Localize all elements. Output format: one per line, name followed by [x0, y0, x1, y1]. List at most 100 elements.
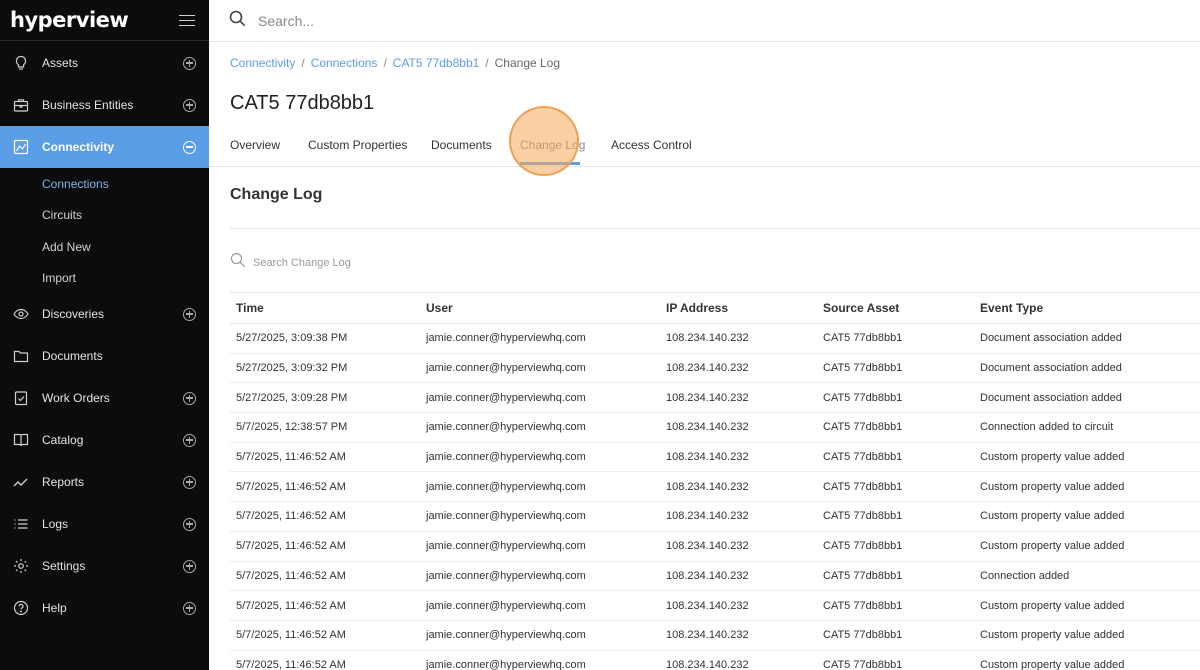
sidebar-item-discoveries[interactable]: Discoveries — [0, 293, 209, 335]
expand-plus-icon[interactable] — [183, 98, 196, 112]
cell-ip-address: 108.234.140.232 — [660, 650, 817, 670]
sidebar-item-reports[interactable]: Reports — [0, 461, 209, 503]
folder-icon — [12, 347, 30, 365]
table-row[interactable]: 5/7/2025, 11:46:52 AM jamie.conner@hyperv… — [230, 650, 1200, 670]
cell-event-type: Document association added — [974, 323, 1200, 354]
sidebar-subitem-import[interactable]: Import — [42, 271, 76, 285]
expand-plus-icon[interactable] — [183, 517, 196, 531]
expand-plus-icon[interactable] — [183, 601, 196, 615]
sidebar-item-connectivity[interactable]: Connectivity — [0, 126, 209, 168]
cell-user: jamie.conner@hyperviewhq.com — [420, 353, 660, 384]
global-search-input[interactable] — [258, 12, 658, 29]
hyperview-logo[interactable]: hyperview — [10, 8, 129, 32]
cell-time: 5/7/2025, 12:38:57 PM — [230, 412, 420, 443]
section-divider — [230, 228, 1200, 229]
column-header-ip-address[interactable]: IP Address — [660, 292, 817, 324]
tab-access-control[interactable]: Access Control — [611, 138, 692, 152]
sidebar-subitem-connections[interactable]: Connections — [42, 177, 109, 191]
breadcrumb-separator: / — [383, 56, 387, 70]
sidebar-item-logs[interactable]: Logs — [0, 503, 209, 545]
tab-change-log[interactable]: Change Log — [520, 138, 585, 152]
cell-time: 5/7/2025, 11:46:52 AM — [230, 531, 420, 562]
tab-documents[interactable]: Documents — [431, 138, 492, 152]
network-icon — [12, 138, 30, 156]
sidebar-item-documents[interactable]: Documents — [0, 335, 209, 377]
expand-plus-icon[interactable] — [183, 307, 196, 321]
cell-ip-address: 108.234.140.232 — [660, 382, 817, 414]
help-circle-icon — [12, 599, 30, 617]
cell-ip-address: 108.234.140.232 — [660, 561, 817, 592]
sidebar-item-label: Help — [42, 601, 67, 615]
trend-line-icon — [12, 473, 30, 491]
expand-plus-icon[interactable] — [183, 559, 196, 573]
tab-custom-properties[interactable]: Custom Properties — [308, 138, 407, 152]
table-row[interactable]: 5/7/2025, 11:46:52 AM jamie.conner@hyperv… — [230, 620, 1200, 651]
sidebar-item-settings[interactable]: Settings — [0, 545, 209, 587]
cell-source-asset: CAT5 77db8bb1 — [817, 620, 974, 651]
cell-ip-address: 108.234.140.232 — [660, 620, 817, 651]
cell-time: 5/7/2025, 11:46:52 AM — [230, 590, 420, 621]
eye-icon — [12, 305, 30, 323]
expand-plus-icon[interactable] — [183, 391, 196, 405]
cell-ip-address: 108.234.140.232 — [660, 323, 817, 354]
table-row[interactable]: 5/7/2025, 11:46:52 AM jamie.conner@hyperv… — [230, 590, 1200, 621]
sidebar-item-business-entities[interactable]: Business Entities — [0, 84, 209, 126]
sidebar-item-label: Documents — [42, 349, 103, 363]
cell-source-asset: CAT5 77db8bb1 — [817, 442, 974, 473]
tab-overview[interactable]: Overview — [230, 138, 280, 152]
table-row[interactable]: 5/7/2025, 11:46:52 AM jamie.conner@hyperv… — [230, 501, 1200, 532]
expand-plus-icon[interactable] — [183, 56, 196, 70]
cell-user: jamie.conner@hyperviewhq.com — [420, 382, 660, 414]
table-row[interactable]: 5/7/2025, 11:46:52 AM jamie.conner@hyperv… — [230, 471, 1200, 503]
table-row[interactable]: 5/7/2025, 11:46:52 AM jamie.conner@hyperv… — [230, 561, 1200, 592]
table-row[interactable]: 5/27/2025, 3:09:28 PM jamie.conner@hyperv… — [230, 382, 1200, 414]
table-row[interactable]: 5/27/2025, 3:09:32 PM jamie.conner@hyperv… — [230, 353, 1200, 384]
cell-source-asset: CAT5 77db8bb1 — [817, 590, 974, 621]
table-row[interactable]: 5/27/2025, 3:09:38 PM jamie.conner@hyperv… — [230, 323, 1200, 354]
global-search-bar — [209, 0, 1200, 42]
breadcrumb-connections[interactable]: Connections — [311, 56, 378, 70]
cell-time: 5/7/2025, 11:46:52 AM — [230, 501, 420, 532]
list-icon — [12, 515, 30, 533]
cell-time: 5/27/2025, 3:09:38 PM — [230, 323, 420, 354]
table-row[interactable]: 5/7/2025, 11:46:52 AM jamie.conner@hyperv… — [230, 531, 1200, 562]
column-header-event-type[interactable]: Event Type — [974, 292, 1200, 324]
cell-ip-address: 108.234.140.232 — [660, 442, 817, 473]
table-row[interactable]: 5/7/2025, 12:38:57 PM jamie.conner@hyperv… — [230, 412, 1200, 443]
cell-user: jamie.conner@hyperviewhq.com — [420, 620, 660, 651]
change-log-search-input[interactable] — [253, 256, 553, 269]
sidebar-item-label: Business Entities — [42, 98, 134, 112]
sidebar-subitem-circuits[interactable]: Circuits — [42, 208, 82, 222]
cell-time: 5/7/2025, 11:46:52 AM — [230, 471, 420, 503]
sidebar-item-work-orders[interactable]: Work Orders — [0, 377, 209, 419]
cell-time: 5/27/2025, 3:09:32 PM — [230, 353, 420, 384]
collapse-minus-icon[interactable] — [183, 140, 196, 154]
column-header-user[interactable]: User — [420, 292, 660, 324]
sidebar-item-help[interactable]: Help — [0, 587, 209, 629]
sidebar-item-label: Logs — [42, 517, 69, 531]
cell-user: jamie.conner@hyperviewhq.com — [420, 412, 660, 443]
table-row[interactable]: 5/7/2025, 11:46:52 AM jamie.conner@hyperv… — [230, 442, 1200, 473]
cell-event-type: Custom property value added — [974, 590, 1200, 621]
sidebar-item-assets[interactable]: Assets — [0, 42, 209, 84]
cell-source-asset: CAT5 77db8bb1 — [817, 650, 974, 670]
hamburger-menu-icon[interactable] — [179, 14, 195, 27]
cell-event-type: Custom property value added — [974, 442, 1200, 473]
cell-user: jamie.conner@hyperviewhq.com — [420, 323, 660, 354]
breadcrumb-connectivity[interactable]: Connectivity — [230, 56, 295, 70]
expand-plus-icon[interactable] — [183, 475, 196, 489]
column-header-source-asset[interactable]: Source Asset — [817, 292, 974, 324]
cell-event-type: Custom property value added — [974, 531, 1200, 562]
expand-plus-icon[interactable] — [183, 433, 196, 447]
cell-source-asset: CAT5 77db8bb1 — [817, 561, 974, 592]
cell-source-asset: CAT5 77db8bb1 — [817, 323, 974, 354]
cell-source-asset: CAT5 77db8bb1 — [817, 501, 974, 532]
cell-time: 5/7/2025, 11:46:52 AM — [230, 620, 420, 651]
sidebar-item-label: Work Orders — [42, 391, 110, 405]
breadcrumb-separator: / — [485, 56, 489, 70]
column-header-time[interactable]: Time — [230, 292, 420, 324]
breadcrumb-asset[interactable]: CAT5 77db8bb1 — [393, 56, 480, 70]
sidebar-subitem-add-new[interactable]: Add New — [42, 240, 91, 254]
sidebar: hyperview Assets Business Entities Conne… — [0, 0, 209, 670]
sidebar-item-catalog[interactable]: Catalog — [0, 419, 209, 461]
